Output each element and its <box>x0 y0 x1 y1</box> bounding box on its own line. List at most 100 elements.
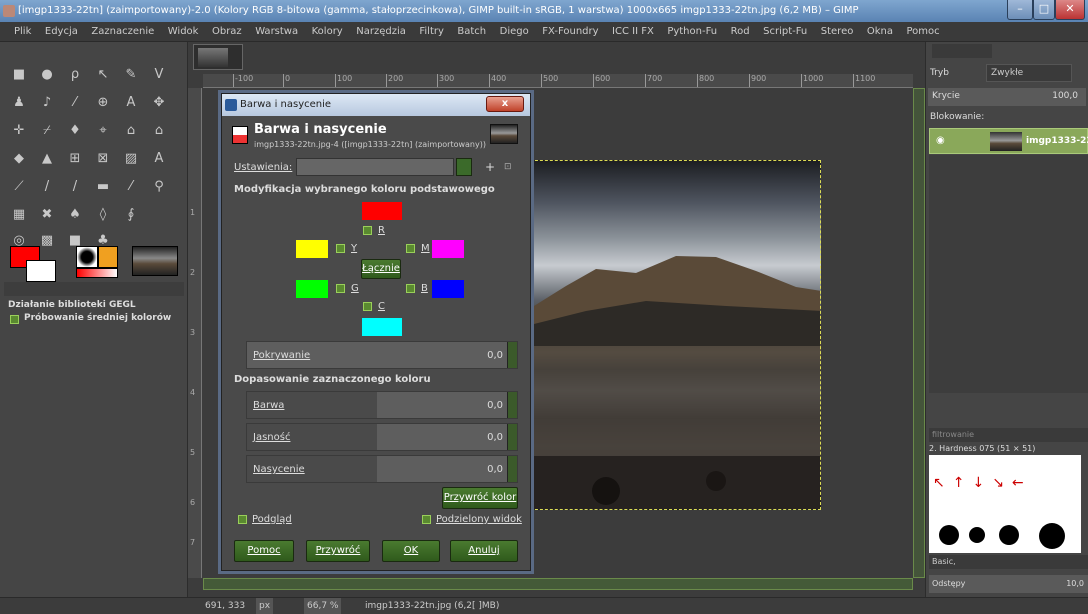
menu-icc[interactable]: ICC II FX <box>612 22 654 42</box>
brush-swatch[interactable] <box>999 525 1019 545</box>
brush-grid[interactable]: ↖↑↓↘← <box>929 455 1081 553</box>
menu-edit[interactable]: Edycja <box>45 22 78 42</box>
warp-icon[interactable]: ⊞ <box>64 148 86 170</box>
text-icon[interactable]: ⊠ <box>92 148 114 170</box>
pencil-icon[interactable]: / <box>36 176 58 198</box>
brush-icon[interactable]: / <box>64 176 86 198</box>
presets-expand-icon[interactable]: ⊡ <box>504 162 512 172</box>
blend-icon[interactable]: ⟋ <box>8 176 30 198</box>
brush-swatch[interactable] <box>1039 523 1065 549</box>
paths-icon[interactable]: ♪ <box>36 92 58 114</box>
menu-filters[interactable]: Filtry <box>419 22 444 42</box>
green-radio[interactable] <box>336 284 345 293</box>
yellow-radio[interactable] <box>336 244 345 253</box>
airbrush-icon[interactable]: ⁄ <box>120 176 142 198</box>
spacing-slider[interactable]: Odstępy 10,0 <box>929 575 1088 593</box>
menu-help[interactable]: Pomoc <box>907 22 940 42</box>
dialog-close-button[interactable]: x <box>486 96 524 112</box>
lightness-spin-button[interactable] <box>507 424 517 450</box>
smudge-icon[interactable]: ∮ <box>120 204 142 226</box>
measure-icon[interactable]: A <box>120 92 142 114</box>
menu-fx-foundry[interactable]: FX-Foundry <box>542 22 598 42</box>
overlap-slider[interactable]: Pokrywanie 0,0 <box>246 341 518 369</box>
ink-icon[interactable]: ⚲ <box>148 176 170 198</box>
eye-icon[interactable]: ◉ <box>936 135 945 146</box>
menu-diego[interactable]: Diego <box>500 22 529 42</box>
menu-file[interactable]: Plik <box>14 22 31 42</box>
layers-list[interactable] <box>929 155 1088 393</box>
menu-layer[interactable]: Warstwa <box>255 22 298 42</box>
sample-average-checkbox[interactable] <box>10 315 19 324</box>
hue-slider[interactable]: Barwa 0,0 <box>246 391 518 419</box>
rotate-icon[interactable]: ♦ <box>64 120 86 142</box>
perspective-clone-icon[interactable]: ♠ <box>64 204 86 226</box>
zoom-icon[interactable]: ⊕ <box>92 92 114 114</box>
scale-icon[interactable]: ⌖ <box>92 120 114 142</box>
fuzzy-select-icon[interactable]: ↖ <box>92 64 114 86</box>
color-select-icon[interactable]: ✎ <box>120 64 142 86</box>
align-icon[interactable]: ✛ <box>8 120 30 142</box>
brush-preset[interactable]: Basic, <box>929 555 1088 569</box>
scissors-icon[interactable]: V <box>148 64 170 86</box>
perspective-icon[interactable]: ⌂ <box>148 120 170 142</box>
help-button[interactable]: Pomoc <box>234 540 294 562</box>
horizontal-scrollbar[interactable] <box>203 578 913 590</box>
presets-add-button[interactable]: + <box>485 160 495 174</box>
crop-icon[interactable]: ⌿ <box>36 120 58 142</box>
lightness-slider[interactable]: Jasność 0,0 <box>246 423 518 451</box>
clone-icon[interactable]: ▦ <box>8 204 30 226</box>
eraser-icon[interactable]: ▬ <box>92 176 114 198</box>
magenta-radio[interactable] <box>406 244 415 253</box>
layer-row[interactable]: ◉ imgp1333-22tn <box>929 128 1088 154</box>
dock-tabs[interactable] <box>932 44 992 58</box>
minimize-button[interactable]: – <box>1007 0 1033 20</box>
cancel-button[interactable]: Anuluj <box>450 540 518 562</box>
overlap-spin-button[interactable] <box>507 342 517 368</box>
cyan-radio[interactable] <box>363 302 372 311</box>
menu-rod[interactable]: Rod <box>731 22 750 42</box>
menu-windows[interactable]: Okna <box>867 22 893 42</box>
brush-preview[interactable] <box>76 246 98 268</box>
ruler-vertical[interactable]: 1 2 3 4 5 6 7 <box>188 88 202 578</box>
hue-spin-button[interactable] <box>507 392 517 418</box>
menu-stereo[interactable]: Stereo <box>821 22 854 42</box>
reset-button[interactable]: Przywróć <box>306 540 370 562</box>
background-color[interactable] <box>26 260 56 282</box>
move-icon[interactable]: ✥ <box>148 92 170 114</box>
text-tool-icon[interactable]: A <box>148 148 170 170</box>
brush-filter-field[interactable]: filtrowanie <box>929 428 1088 442</box>
unit-dropdown[interactable]: px <box>256 598 274 614</box>
menu-colors[interactable]: Kolory <box>312 22 343 42</box>
preview-checkbox[interactable] <box>238 515 247 524</box>
menu-select[interactable]: Zaznaczenie <box>91 22 154 42</box>
heal-icon[interactable]: ✖ <box>36 204 58 226</box>
master-button[interactable]: Łącznie <box>361 259 401 279</box>
zoom-dropdown[interactable]: 66,7 % <box>304 598 342 614</box>
saturation-spin-button[interactable] <box>507 456 517 482</box>
image-thumbnail[interactable] <box>132 246 178 276</box>
red-radio[interactable] <box>363 226 372 235</box>
menu-script-fu[interactable]: Script-Fu <box>763 22 807 42</box>
blur-icon[interactable]: ◊ <box>92 204 114 226</box>
ruler-horizontal[interactable]: -100 0 100 200 300 400 500 600 700 800 9… <box>203 74 913 88</box>
lasso-icon[interactable]: ρ <box>64 64 86 86</box>
ok-button[interactable]: OK <box>382 540 440 562</box>
brush-swatch[interactable] <box>969 527 985 543</box>
image-canvas[interactable] <box>525 160 821 510</box>
split-view-checkbox[interactable] <box>422 515 431 524</box>
mode-dropdown[interactable]: Zwykłe <box>986 64 1072 82</box>
menu-python-fu[interactable]: Python-Fu <box>667 22 717 42</box>
vertical-scrollbar[interactable] <box>913 88 925 578</box>
pattern-preview[interactable] <box>98 246 118 268</box>
cage-icon[interactable]: ▲ <box>36 148 58 170</box>
image-tab[interactable] <box>193 44 243 70</box>
menu-batch[interactable]: Batch <box>457 22 486 42</box>
color-picker-icon[interactable]: ⁄ <box>64 92 86 114</box>
reset-color-button[interactable]: Przywróć kolor <box>442 487 518 509</box>
ellipse-select-icon[interactable]: ● <box>36 64 58 86</box>
menu-image[interactable]: Obraz <box>212 22 242 42</box>
rect-select-icon[interactable]: ■ <box>8 64 30 86</box>
gradient-preview[interactable] <box>76 268 118 278</box>
saturation-slider[interactable]: Nasycenie 0,0 <box>246 455 518 483</box>
presets-dropdown[interactable] <box>296 158 454 176</box>
